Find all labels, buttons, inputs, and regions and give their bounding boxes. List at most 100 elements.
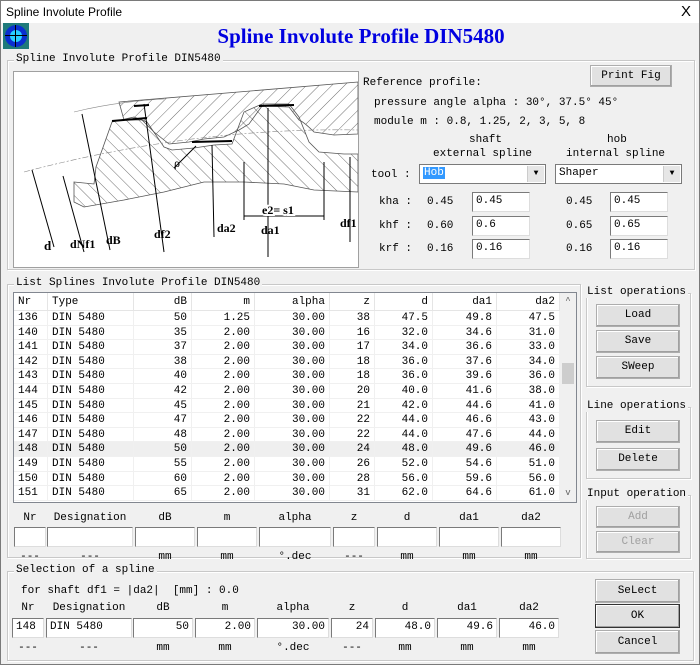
cell-d: 62.0 bbox=[375, 486, 433, 501]
cell-m: 2.00 bbox=[192, 456, 255, 472]
chevron-down-icon[interactable]: ▼ bbox=[663, 166, 680, 182]
ok-button[interactable]: OK bbox=[595, 604, 680, 628]
selection-header-z: z bbox=[348, 602, 356, 614]
column-header-d[interactable]: d bbox=[375, 293, 433, 311]
input-unit-db: mm bbox=[158, 551, 172, 563]
scroll-down-icon[interactable]: v bbox=[560, 485, 576, 502]
table-row[interactable]: 141 DIN 5480 37 2.00 30.00 17 34.0 36.6 33.0 bbox=[14, 340, 560, 355]
load-button[interactable]: Load bbox=[596, 304, 680, 327]
table-row[interactable]: 150 DIN 5480 60 2.00 30.00 28 56.0 59.6 56.0 bbox=[14, 471, 560, 487]
cell-db: 50 bbox=[134, 442, 192, 457]
new-alpha-input[interactable] bbox=[259, 527, 331, 547]
add-button[interactable]: Add bbox=[596, 506, 680, 528]
sweep-button[interactable]: SWeep bbox=[596, 356, 680, 379]
column-header-z[interactable]: z bbox=[330, 293, 375, 311]
column-header-db[interactable]: dB bbox=[134, 293, 192, 311]
profile-group-legend: Spline Involute Profile DIN5480 bbox=[14, 53, 223, 65]
input-unit-z: --- bbox=[344, 551, 364, 563]
clear-button[interactable]: Clear bbox=[596, 531, 680, 553]
column-header-type[interactable]: Type bbox=[48, 293, 134, 311]
cell-m: 2.00 bbox=[192, 427, 255, 443]
cell-da1: 44.6 bbox=[433, 398, 497, 414]
table-row[interactable]: 143 DIN 5480 40 2.00 30.00 18 36.0 39.6 36.0 bbox=[14, 369, 560, 384]
cell-z: 28 bbox=[330, 471, 375, 487]
krf-shaft-default: 0.16 bbox=[427, 243, 454, 255]
hob-tool-select[interactable]: Shaper ▼ bbox=[555, 164, 682, 184]
table-header: Nr Type dB m alpha z d da1 da2 bbox=[14, 293, 560, 311]
cell-da1: 49.8 bbox=[433, 311, 497, 326]
krf-hob-input[interactable]: 0.16 bbox=[610, 239, 668, 259]
selected-nr-field[interactable]: 148 bbox=[12, 618, 44, 638]
scroll-thumb[interactable] bbox=[562, 363, 574, 384]
new-d-input[interactable] bbox=[377, 527, 437, 547]
selected-da2-field[interactable]: 46.0 bbox=[499, 618, 559, 638]
splines-table[interactable]: Nr Type dB m alpha z d da1 da2 136 DIN 5480 50 1.25… bbox=[13, 292, 577, 503]
table-row[interactable]: 146 DIN 5480 47 2.00 30.00 22 44.0 46.6 43.0 bbox=[14, 413, 560, 428]
column-header-m[interactable]: m bbox=[192, 293, 255, 311]
table-body: 136 DIN 5480 50 1.25 30.00 38 47.5 49.8 47.5 140 D… bbox=[14, 311, 560, 501]
hob-tool-value: Shaper bbox=[559, 167, 599, 179]
new-type-input[interactable] bbox=[47, 527, 133, 547]
kha-shaft-input[interactable]: 0.45 bbox=[472, 192, 530, 212]
close-icon[interactable]: X bbox=[681, 3, 691, 20]
table-row[interactable]: 136 DIN 5480 50 1.25 30.00 38 47.5 49.8 47.5 bbox=[14, 311, 560, 326]
print-fig-button[interactable]: Print Fig bbox=[590, 65, 672, 87]
column-header-nr[interactable]: Nr bbox=[14, 293, 48, 311]
new-da2-input[interactable] bbox=[501, 527, 561, 547]
selection-header-d: d bbox=[401, 602, 409, 614]
new-db-input[interactable] bbox=[135, 527, 195, 547]
new-nr-input[interactable] bbox=[14, 527, 46, 547]
cell-m: 2.00 bbox=[192, 369, 255, 384]
krf-label: krf : bbox=[379, 243, 413, 255]
cell-type: DIN 5480 bbox=[48, 456, 134, 472]
column-header-da1[interactable]: da1 bbox=[433, 293, 497, 311]
cell-z: 22 bbox=[330, 427, 375, 443]
edit-button[interactable]: Edit bbox=[596, 420, 680, 443]
selected-db-field[interactable]: 50 bbox=[133, 618, 193, 638]
table-row[interactable]: 148 DIN 5480 50 2.00 30.00 24 48.0 49.6 46.0 bbox=[14, 442, 560, 457]
cancel-button[interactable]: Cancel bbox=[595, 630, 680, 654]
cell-d: 44.0 bbox=[375, 427, 433, 443]
table-row[interactable]: 140 DIN 5480 35 2.00 30.00 16 32.0 34.6 31.0 bbox=[14, 325, 560, 341]
select-button[interactable]: SeLect bbox=[595, 579, 680, 603]
table-row[interactable]: 145 DIN 5480 45 2.00 30.00 21 42.0 44.6 41.0 bbox=[14, 398, 560, 414]
cell-z: 18 bbox=[330, 369, 375, 384]
cell-da2: 44.0 bbox=[497, 427, 560, 443]
table-scrollbar[interactable]: ^ v bbox=[560, 293, 576, 502]
table-row[interactable]: 151 DIN 5480 65 2.00 30.00 31 62.0 64.6 61.0 bbox=[14, 486, 560, 501]
input-header-alpha: alpha bbox=[278, 512, 312, 524]
table-row[interactable]: 142 DIN 5480 38 2.00 30.00 18 36.0 37.6 34.0 bbox=[14, 354, 560, 370]
scroll-up-icon[interactable]: ^ bbox=[560, 293, 576, 310]
cell-da2: 36.0 bbox=[497, 369, 560, 384]
krf-shaft-input[interactable]: 0.16 bbox=[472, 239, 530, 259]
table-row[interactable]: 147 DIN 5480 48 2.00 30.00 22 44.0 47.6 44.0 bbox=[14, 427, 560, 443]
selected-type-field[interactable]: DIN 5480 bbox=[46, 618, 132, 638]
kha-hob-input[interactable]: 0.45 bbox=[610, 192, 668, 212]
cell-z: 17 bbox=[330, 340, 375, 355]
selection-condition: for shaft df1 = |da2| [mm] : 0.0 bbox=[21, 585, 239, 597]
khf-shaft-input[interactable]: 0.6 bbox=[472, 216, 530, 236]
khf-hob-input[interactable]: 0.65 bbox=[610, 216, 668, 236]
cell-z: 26 bbox=[330, 456, 375, 472]
selected-z-field[interactable]: 24 bbox=[331, 618, 373, 638]
cell-alpha: 30.00 bbox=[255, 383, 330, 399]
shaft-tool-select[interactable]: Hob ▼ bbox=[419, 164, 546, 184]
column-header-alpha[interactable]: alpha bbox=[255, 293, 330, 311]
new-z-input[interactable] bbox=[333, 527, 375, 547]
cell-db: 37 bbox=[134, 340, 192, 355]
new-da1-input[interactable] bbox=[439, 527, 499, 547]
table-row[interactable]: 144 DIN 5480 42 2.00 30.00 20 40.0 41.6 38.0 bbox=[14, 383, 560, 399]
delete-button[interactable]: Delete bbox=[596, 448, 680, 471]
column-header-da2[interactable]: da2 bbox=[497, 293, 560, 311]
chevron-down-icon[interactable]: ▼ bbox=[527, 166, 544, 182]
selected-da1-field[interactable]: 49.6 bbox=[437, 618, 497, 638]
table-row[interactable]: 149 DIN 5480 55 2.00 30.00 26 52.0 54.6 51.0 bbox=[14, 456, 560, 472]
save-button[interactable]: Save bbox=[596, 330, 680, 353]
selected-alpha-field[interactable]: 30.00 bbox=[257, 618, 329, 638]
selected-m-field[interactable]: 2.00 bbox=[195, 618, 255, 638]
hob-col-subtitle: internal spline bbox=[566, 148, 666, 160]
cell-alpha: 30.00 bbox=[255, 413, 330, 428]
new-m-input[interactable] bbox=[197, 527, 257, 547]
selection-header-da2: da2 bbox=[519, 602, 539, 614]
selected-d-field[interactable]: 48.0 bbox=[375, 618, 435, 638]
